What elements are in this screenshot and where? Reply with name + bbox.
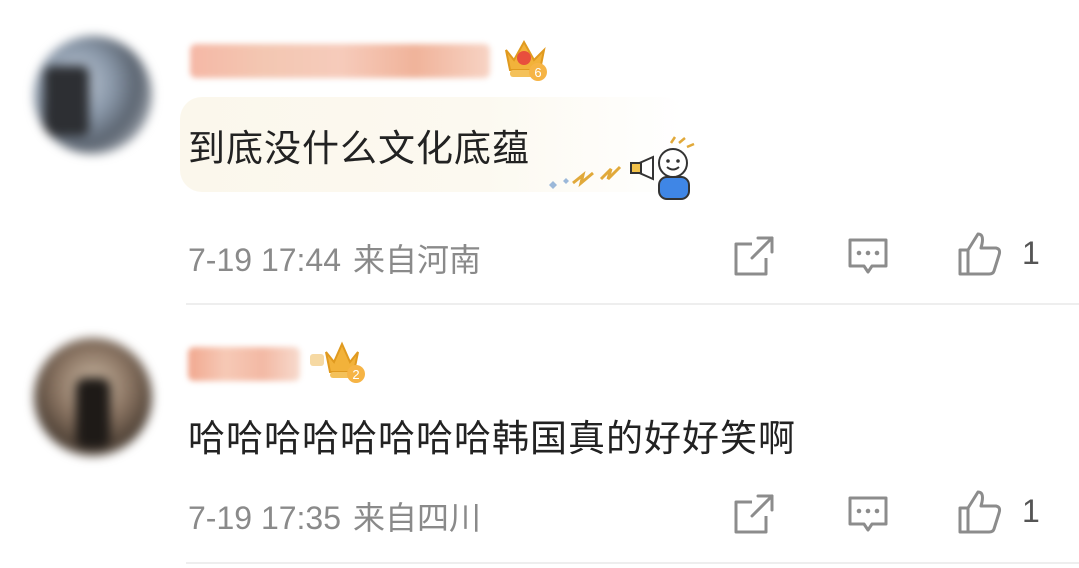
like-count: 1 [1022, 235, 1040, 271]
reply-icon[interactable] [846, 234, 890, 282]
svg-text:2: 2 [352, 367, 359, 382]
comment-meta: 7-19 17:44 来自河南 [188, 235, 481, 281]
like-icon[interactable] [956, 230, 1004, 282]
comment-time: 7-19 17:35 [188, 500, 342, 536]
comment-text: 到底没什么文化底蕴 [188, 127, 530, 170]
username-blurred[interactable] [190, 44, 490, 78]
divider [186, 562, 1079, 564]
reply-icon[interactable] [846, 492, 890, 540]
divider [186, 303, 1079, 305]
megaphone-sticker-icon [545, 135, 705, 211]
crown-badge-icon[interactable]: 6 [500, 34, 550, 86]
comment-location: 来自四川 [353, 499, 482, 537]
svg-text:6: 6 [534, 65, 541, 80]
comment-meta: 7-19 17:35 来自四川 [188, 493, 481, 539]
username-blurred[interactable] [188, 347, 300, 381]
comment-location: 来自河南 [353, 241, 482, 279]
share-icon[interactable] [732, 492, 776, 540]
comment-text: 哈哈哈哈哈哈哈哈韩国真的好好笑啊 [188, 417, 796, 460]
avatar[interactable] [34, 36, 152, 154]
share-icon[interactable] [732, 234, 776, 282]
avatar[interactable] [34, 338, 152, 456]
crown-badge-icon[interactable]: 2 [308, 340, 370, 388]
like-icon[interactable] [956, 488, 1004, 540]
comment-time: 7-19 17:44 [188, 242, 342, 278]
like-count: 1 [1022, 493, 1040, 529]
